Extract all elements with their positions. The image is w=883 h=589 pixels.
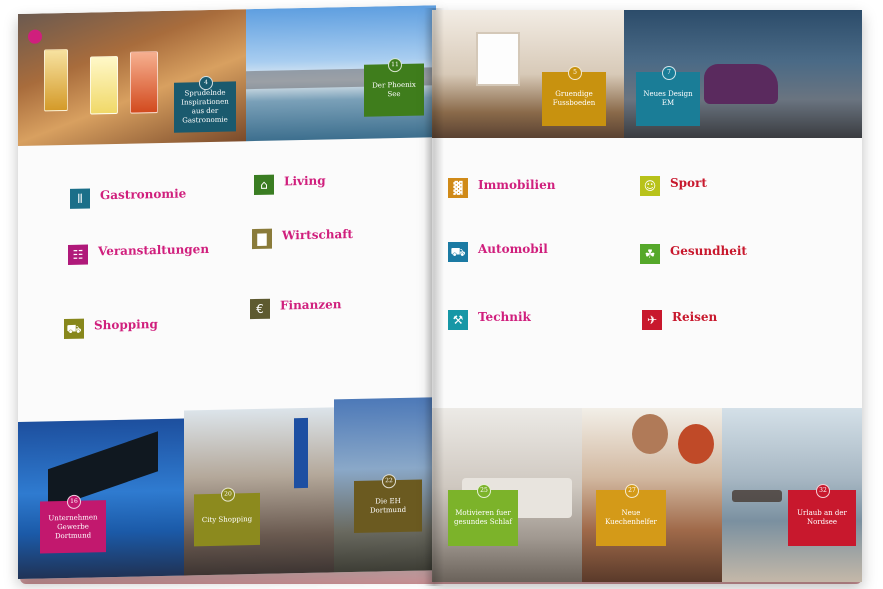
entry-lines — [282, 250, 402, 277]
tag-number: 7 — [662, 66, 676, 80]
category-title: Gesundheit — [670, 244, 747, 258]
entry-lines — [100, 210, 220, 229]
person-1 — [632, 414, 668, 454]
category-title: Gastronomie — [100, 186, 187, 203]
glass-1 — [44, 48, 68, 112]
building-icon: ▓ — [448, 178, 468, 198]
tag-text: Gruendige Fussboeden — [552, 90, 596, 107]
tag-text: Neues Design EM — [643, 90, 693, 107]
car — [704, 64, 778, 104]
entry-lines — [670, 200, 790, 224]
person-2 — [678, 424, 714, 464]
tag-right-bottom-3[interactable]: 32 Urlaub an der Nordsee — [788, 484, 856, 546]
book-spine — [424, 8, 444, 586]
entry-lines — [672, 334, 792, 358]
category-title: Shopping — [94, 317, 158, 333]
category-title: Sport — [670, 176, 707, 190]
tag-left-bottom-2[interactable]: 20 City Shopping — [194, 487, 260, 547]
cutlery-icon: ⫴ — [70, 188, 90, 209]
home-icon: ⌂ — [254, 174, 274, 196]
tag-text: Die EH Dortmund — [369, 496, 407, 515]
tag-left-bottom-3[interactable]: 22 Die EH Dortmund — [354, 474, 422, 533]
entry-lines — [94, 340, 214, 359]
tag-right-bottom-1[interactable]: 25 Motivieren fuer gesundes Schlaf — [448, 484, 518, 546]
plane-icon: ✈ — [642, 310, 662, 330]
category-title: Automobil — [478, 242, 548, 256]
tag-number: 25 — [477, 484, 491, 498]
car-icon: ⛟ — [448, 242, 468, 262]
glass-2 — [90, 55, 118, 115]
category-title: Wirtschaft — [282, 226, 353, 243]
category-title: Living — [284, 173, 326, 189]
category-title: Technik — [478, 310, 531, 324]
entry-lines — [98, 266, 218, 301]
entry-lines — [284, 196, 404, 207]
tag-text: City Shopping — [201, 514, 253, 524]
building-roof — [48, 431, 158, 510]
tag-text: Neue Kuechenhelfer — [605, 509, 657, 526]
tag-right-top-2[interactable]: 7 Neues Design EM — [636, 66, 700, 126]
tag-number: 32 — [816, 484, 830, 498]
magenta-dot — [28, 29, 42, 44]
right-page: 5 Gruendige Fussboeden 7 Neues Design EM ▓… — [432, 10, 862, 582]
tag-text: Motivieren fuer gesundes Schlaf — [454, 509, 512, 526]
tag-number: 16 — [67, 494, 81, 509]
chart-icon: ▇ — [252, 228, 272, 250]
tag-number: 27 — [625, 484, 639, 498]
tag-text: Urlaub an der Nordsee — [797, 509, 847, 526]
karstadt-sign — [294, 417, 308, 489]
tag-right-bottom-2[interactable]: 27 Neue Kuechenhelfer — [596, 484, 666, 546]
tag-left-top-2[interactable]: 11 Der Phoenix See — [364, 57, 424, 117]
magazine-spread: 4 Sprudelnde Inspirationen aus der Gastro… — [0, 0, 883, 589]
tag-number: 20 — [221, 487, 235, 502]
tag-text: Unternehmen Gewerbe Dortmund — [48, 512, 98, 540]
window — [476, 32, 520, 86]
euro-icon: € — [250, 298, 270, 320]
tag-left-bottom-1[interactable]: 16 Unternehmen Gewerbe Dortmund — [40, 494, 106, 554]
glass-building-photo — [18, 418, 184, 580]
entry-lines — [670, 268, 790, 292]
leaf-icon: ☘ — [640, 244, 660, 264]
tag-right-top-1[interactable]: 5 Gruendige Fussboeden — [542, 66, 606, 126]
cart-icon: ⛟ — [64, 318, 84, 340]
category-title: Finanzen — [280, 297, 342, 313]
category-title: Immobilien — [478, 178, 556, 192]
entry-lines — [478, 266, 598, 290]
left-page: 4 Sprudelnde Inspirationen aus der Gastro… — [18, 5, 436, 580]
tag-text: Der Phoenix See — [372, 80, 416, 99]
category-title: Reisen — [672, 310, 718, 324]
tag-number: 5 — [568, 66, 582, 80]
wrench-icon: ⚒ — [448, 310, 468, 330]
horses — [732, 490, 782, 502]
calendar-icon: ☷ — [68, 244, 88, 265]
tag-left-top-1[interactable]: 4 Sprudelnde Inspirationen aus der Gastro… — [174, 75, 236, 133]
tag-number: 11 — [388, 57, 402, 73]
tag-number: 22 — [382, 474, 396, 489]
entry-lines — [478, 202, 598, 226]
runner-icon: ☺ — [640, 176, 660, 196]
tag-text: Sprudelnde Inspirationen aus der Gastron… — [181, 88, 229, 125]
entry-lines — [478, 334, 598, 358]
category-title: Veranstaltungen — [98, 241, 210, 259]
glass-3 — [130, 51, 158, 114]
entry-lines — [280, 320, 400, 347]
